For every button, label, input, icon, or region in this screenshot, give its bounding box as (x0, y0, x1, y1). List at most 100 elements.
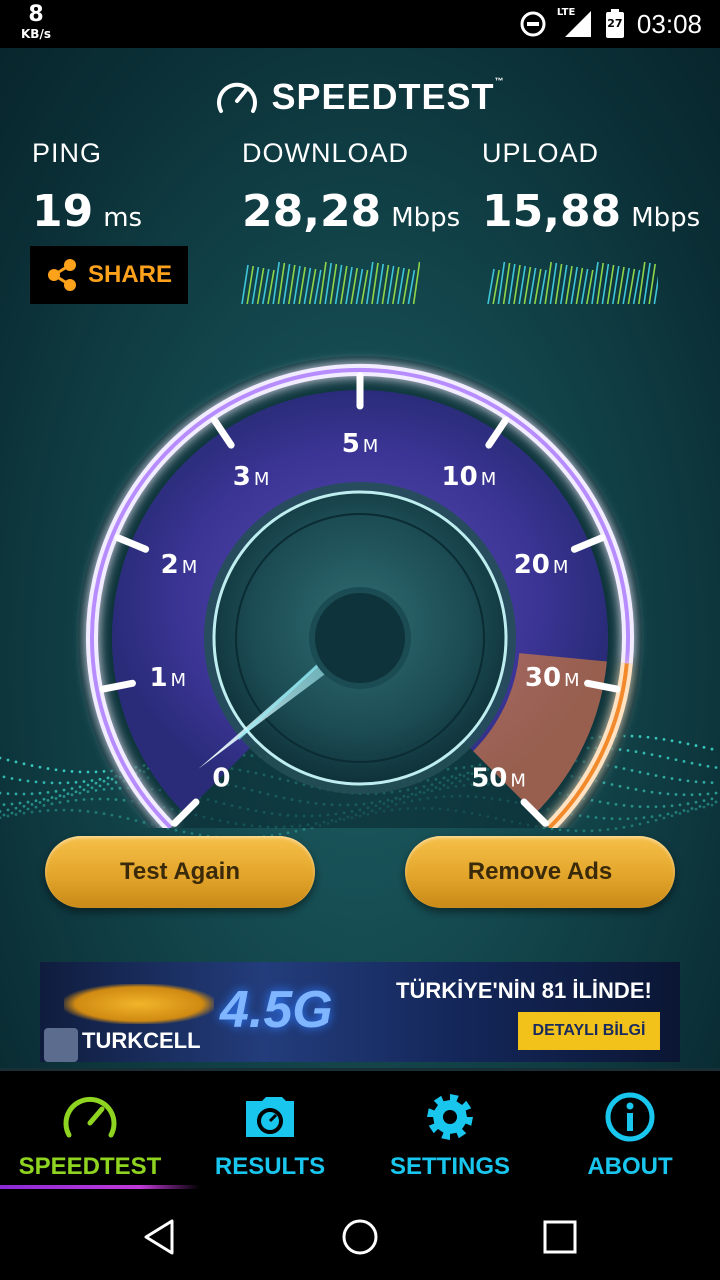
back-button[interactable] (120, 1212, 200, 1262)
download-unit: Mbps (391, 203, 461, 233)
download-value-group: 28,28 Mbps (242, 186, 460, 237)
speedtest-logo: SPEEDTEST™ (0, 76, 720, 118)
speed-graph-bar (366, 261, 374, 305)
ad-banner[interactable]: 4.5G TÜRKİYE'NİN 81 İLİNDE! DETAYLI BİLG… (40, 962, 680, 1062)
remove-ads-button[interactable]: Remove Ads (405, 836, 675, 908)
speed-graph-bar (523, 266, 532, 305)
speed-graph-bar (617, 266, 625, 305)
ad-brand: TURKCELL (82, 1028, 201, 1053)
network-speed-unit: KB/s (21, 27, 51, 41)
speed-graph-bar (262, 268, 270, 305)
gauge-tick-label: 0 (212, 764, 230, 794)
speed-graph-bar (612, 265, 620, 305)
speed-graph-bar (638, 261, 646, 305)
ping-unit: ms (103, 203, 143, 233)
speed-graph-bar (508, 263, 516, 305)
status-icons: LTE 27 03:08 (519, 7, 702, 40)
speed-graph-bar (256, 267, 265, 305)
speed-graph-bar (381, 264, 390, 305)
results-folder-icon (242, 1089, 298, 1145)
wave-dot (566, 829, 570, 832)
back-triangle-icon (144, 1219, 174, 1255)
speed-graph-bar (513, 264, 521, 305)
speed-graph-bar (277, 262, 286, 305)
tab-speedtest[interactable]: SPEEDTEST (0, 1071, 200, 1189)
speed-graph-bar (575, 267, 584, 305)
speed-graph-bar (534, 268, 542, 305)
share-button[interactable]: SHARE (30, 246, 188, 304)
test-again-button[interactable]: Test Again (45, 836, 315, 908)
speed-graph-bar (407, 269, 416, 305)
speed-graph-bar (376, 263, 384, 305)
speed-graph-bar (554, 263, 563, 305)
download-speed-graph (241, 261, 420, 305)
logo-trademark: ™ (494, 76, 505, 86)
speed-graph-bar (502, 262, 511, 305)
ping-label: PING (32, 138, 103, 168)
speed-graph-bar (528, 267, 537, 305)
network-speed-indicator: 8 KB/s (18, 4, 54, 41)
speed-graph-bar (591, 261, 599, 305)
speed-graph-bar (241, 264, 249, 305)
tab-about[interactable]: ABOUT (540, 1071, 720, 1189)
status-bar: 8 KB/s LTE 27 03:08 (0, 0, 720, 48)
tab-results[interactable]: RESULTS (180, 1071, 360, 1189)
speed-graph-bar (596, 262, 604, 305)
wave-dot (294, 829, 298, 833)
speed-graph-bar (601, 263, 610, 305)
speed-graph-bar (355, 268, 364, 305)
turkcell-logo-icon (44, 1028, 78, 1062)
wave-dot (302, 828, 306, 831)
speed-graph-bar (586, 269, 594, 305)
logo-wordmark: SPEEDTEST (271, 76, 495, 117)
bottom-navigation: SPEEDTEST RESULTS SETTINGS ABOUT (0, 1068, 720, 1195)
speedometer-logo-icon (215, 77, 259, 117)
gauge-hub (309, 587, 411, 689)
ad-cta-button[interactable]: DETAYLI BİLGİ (518, 1012, 660, 1050)
info-icon (604, 1089, 656, 1145)
wave-dot (182, 830, 186, 834)
ad-headline: TÜRKİYE'NİN 81 İLİNDE! (396, 978, 652, 1003)
speed-graph-bar (497, 261, 506, 305)
speed-graph-bar (360, 269, 369, 305)
speed-graph-bar (487, 268, 495, 305)
speed-graph-bar (345, 266, 353, 305)
speed-graph-bar (340, 265, 348, 305)
gear-icon (424, 1089, 476, 1145)
speed-graph-bar (627, 268, 636, 305)
wave-dot (190, 832, 194, 835)
tab-about-label: ABOUT (587, 1153, 673, 1180)
speed-graph-bar (319, 261, 327, 305)
speed-graph-bar (288, 264, 296, 305)
speed-graph-bar (298, 266, 306, 305)
speedtest-main: SPEEDTEST™ PING 19 ms DOWNLOAD 28,28 Mbps … (0, 48, 720, 1068)
battery-level: 27 (607, 17, 623, 30)
wave-dot (582, 829, 586, 833)
speed-graph-bar (386, 265, 395, 305)
speed-graph-bar (334, 264, 343, 305)
lte-signal-icon: LTE (557, 7, 593, 39)
speed-graph-bar (324, 262, 332, 305)
ping-value: 19 (32, 186, 94, 237)
speed-graph-bar (308, 268, 317, 305)
share-label: SHARE (87, 261, 172, 288)
battery-icon: 27 (605, 9, 625, 39)
speed-graph-bar (392, 266, 400, 305)
system-navigation-bar (0, 1192, 720, 1280)
do-not-disturb-icon (519, 10, 547, 38)
ad-turkey-map (64, 984, 214, 1024)
speed-graph-bar (329, 263, 338, 305)
speed-graph-bar (539, 269, 547, 305)
ad-product: 4.5G (220, 981, 333, 1039)
speed-gauge: 01 M2 M3 M5 M10 M20 M30 M50 M (78, 356, 642, 828)
share-icon (46, 258, 78, 292)
speed-graph-bar (492, 269, 500, 305)
tab-results-label: RESULTS (214, 1153, 326, 1180)
speed-graph-bar (350, 267, 358, 305)
home-button[interactable] (320, 1212, 400, 1262)
speed-graph-bar (648, 263, 656, 305)
recents-button[interactable] (520, 1212, 600, 1262)
wave-dot (590, 829, 594, 833)
speed-graph-bar (272, 261, 280, 305)
tab-settings[interactable]: SETTINGS (360, 1071, 540, 1189)
